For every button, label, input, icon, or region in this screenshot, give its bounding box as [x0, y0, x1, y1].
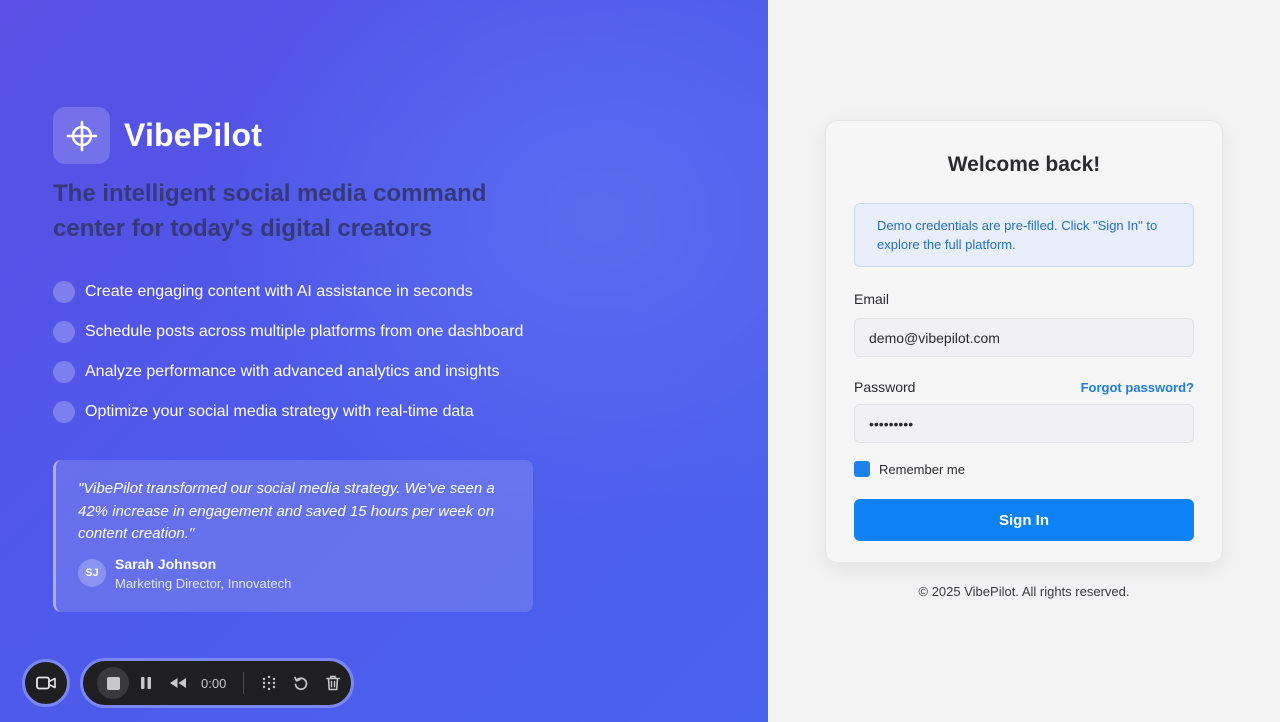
tagline: The intelligent social media command cen…	[53, 180, 487, 242]
brand: VibePilot	[53, 107, 262, 164]
email-field[interactable]	[854, 318, 1194, 357]
testimonial-card: "VibePilot transformed our social media …	[53, 460, 533, 612]
demo-notice: Demo credentials are pre-filled. Click "…	[854, 203, 1194, 267]
pause-icon	[141, 677, 151, 689]
feature-text: Schedule posts across multiple platforms…	[85, 323, 524, 340]
dot-grid-icon	[262, 675, 276, 691]
stop-icon	[106, 676, 120, 690]
bullet-icon	[53, 281, 75, 303]
password-label-row: Password Forgot password?	[854, 379, 1194, 395]
rewind-button[interactable]	[163, 668, 193, 698]
forgot-password-link[interactable]: Forgot password?	[1081, 380, 1194, 395]
feature-item: Schedule posts across multiple platforms…	[53, 312, 523, 352]
camera-button[interactable]	[22, 659, 70, 707]
bullet-icon	[53, 321, 75, 343]
author-meta: Sarah Johnson Marketing Director, Innova…	[115, 556, 291, 591]
brand-panel: VibePilot The intelligent social media c…	[0, 0, 768, 722]
login-card: Welcome back! Demo credentials are pre-f…	[825, 120, 1223, 563]
trash-icon	[326, 675, 340, 691]
feature-list: Create engaging content with AI assistan…	[53, 272, 523, 432]
stop-button[interactable]	[97, 667, 129, 699]
sign-in-button[interactable]: Sign In	[854, 499, 1194, 541]
delete-button[interactable]	[318, 668, 348, 698]
crosshair-icon	[66, 120, 97, 151]
restart-button[interactable]	[286, 668, 316, 698]
grid-button[interactable]	[254, 668, 284, 698]
testimonial-author: SJ Sarah Johnson Marketing Director, Inn…	[78, 556, 511, 591]
divider	[243, 672, 244, 694]
restart-icon	[294, 676, 308, 691]
bullet-icon	[53, 401, 75, 423]
brand-name: VibePilot	[124, 117, 263, 153]
remember-checkbox[interactable]	[854, 461, 870, 477]
feature-text: Analyze performance with advanced analyt…	[85, 363, 500, 380]
email-label: Email	[854, 291, 890, 307]
password-label: Password	[854, 379, 916, 395]
feature-text: Create engaging content with AI assistan…	[85, 283, 473, 300]
email-group: Email	[854, 291, 1194, 357]
feature-item: Optimize your social media strategy with…	[53, 392, 523, 432]
feature-item: Analyze performance with advanced analyt…	[53, 352, 523, 392]
video-camera-icon	[36, 676, 56, 690]
password-group: Password Forgot password?	[854, 379, 1194, 443]
recorder-toolbar: 0:00	[80, 658, 354, 708]
recording-timer: 0:00	[201, 675, 227, 691]
bullet-icon	[53, 361, 75, 383]
logo	[53, 107, 110, 164]
author-name: Sarah Johnson	[115, 555, 217, 572]
page-title: Welcome back!	[947, 153, 1101, 176]
author-role: Marketing Director, Innovatech	[115, 575, 292, 591]
testimonial-quote: "VibePilot transformed our social media …	[78, 480, 495, 542]
feature-item: Create engaging content with AI assistan…	[53, 272, 523, 312]
password-field[interactable]	[854, 404, 1194, 443]
footer-copyright: © 2025 VibePilot. All rights reserved.	[918, 584, 1130, 599]
avatar: SJ	[78, 559, 106, 587]
pause-button[interactable]	[131, 668, 161, 698]
feature-text: Optimize your social media strategy with…	[85, 403, 474, 420]
remember-me: Remember me	[854, 461, 1194, 477]
rewind-icon	[170, 678, 186, 688]
remember-label: Remember me	[879, 461, 965, 477]
